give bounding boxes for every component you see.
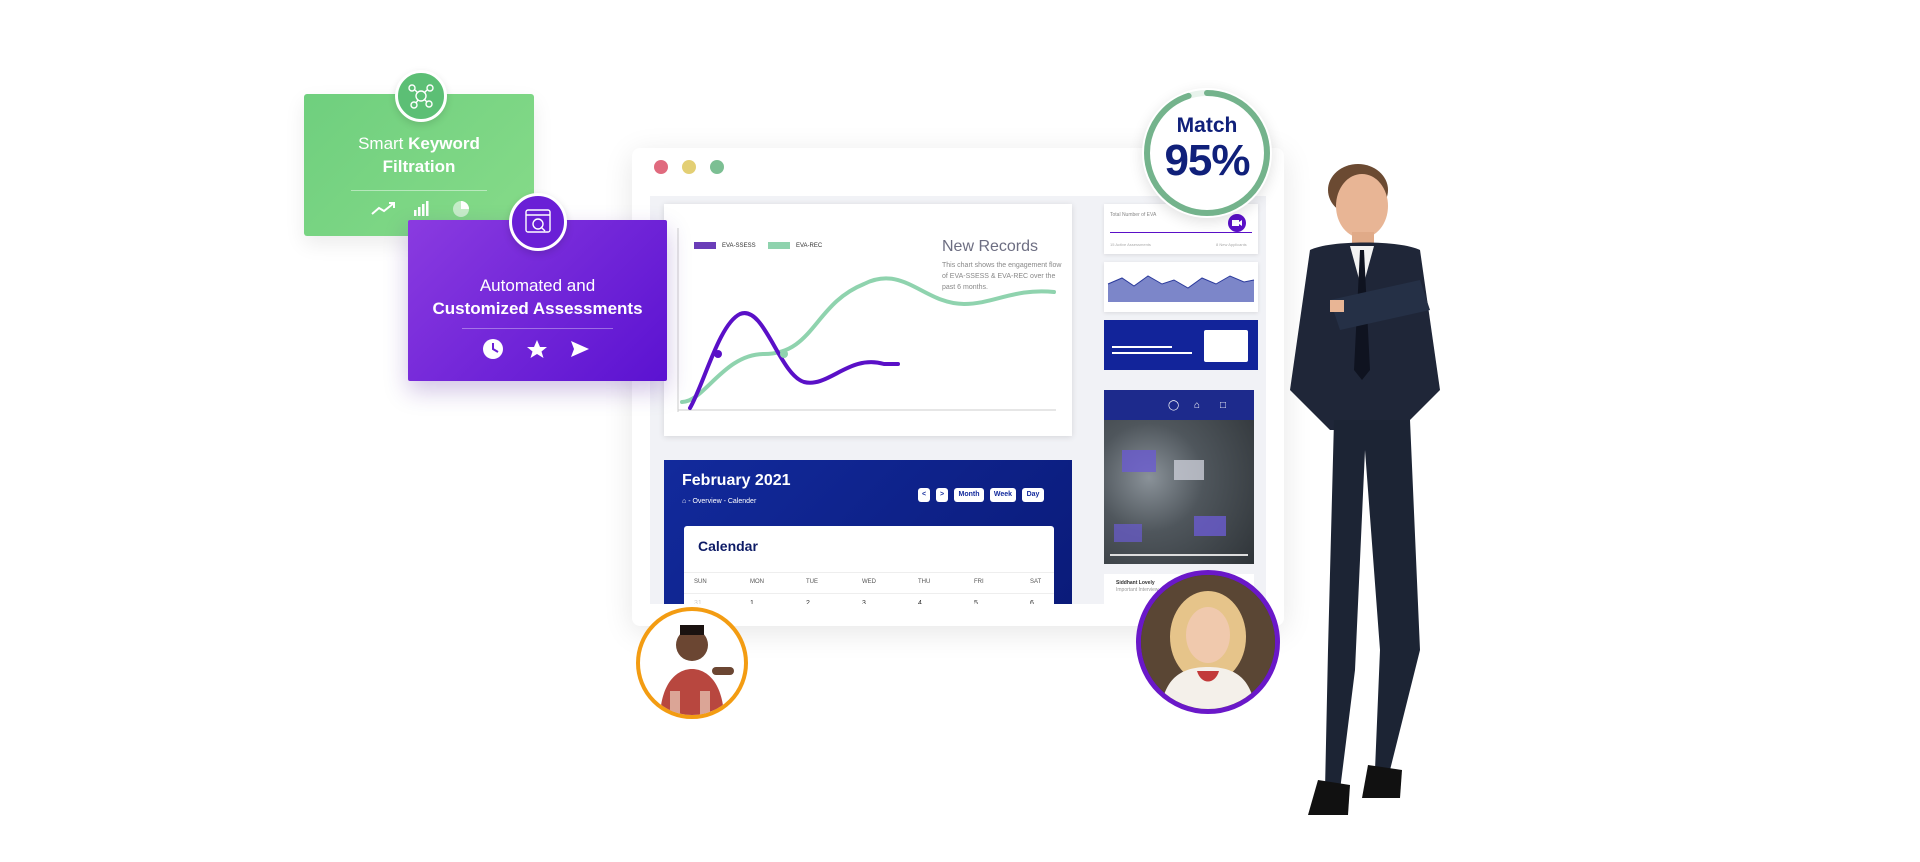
network-icon bbox=[395, 70, 447, 122]
trend-up-icon bbox=[371, 202, 395, 215]
day-button[interactable]: Day bbox=[1022, 488, 1044, 502]
calendar-title: Calendar bbox=[698, 538, 758, 554]
businessman-photo bbox=[1290, 164, 1440, 815]
weekday: FRI bbox=[974, 579, 984, 585]
prev-button[interactable]: < bbox=[918, 488, 930, 502]
send-icon bbox=[571, 341, 589, 357]
candidate-avatar-woman bbox=[1136, 570, 1280, 714]
match-score-badge: Match 95% bbox=[1142, 88, 1272, 218]
month-button[interactable]: Month bbox=[954, 488, 984, 502]
keyword-filtration-title: Smart Keyword Filtration bbox=[358, 134, 480, 176]
weekday: THU bbox=[918, 579, 931, 585]
dashboard-content: EVA-SSESS EVA-REC New Records This chart… bbox=[650, 196, 1266, 604]
weekday-row: SUN MON TUE WED THU FRI SAT bbox=[684, 572, 1054, 594]
date-cell[interactable]: 4 bbox=[918, 600, 922, 604]
eva-ssess-line bbox=[688, 311, 900, 410]
weekday: MON bbox=[750, 579, 764, 585]
candidate-avatar-man bbox=[636, 607, 748, 719]
assessment-icon bbox=[509, 193, 567, 251]
calendar-card: February 2021 ⌂ - Overview - Calender < … bbox=[664, 460, 1072, 604]
match-value: 95% bbox=[1164, 136, 1250, 185]
preview-box bbox=[1204, 330, 1248, 362]
bar-chart-icon bbox=[414, 201, 429, 216]
chat-icon[interactable]: ◯ bbox=[1168, 400, 1179, 411]
star-icon bbox=[527, 340, 547, 358]
date-cell[interactable]: 1 bbox=[750, 600, 754, 604]
home-icon[interactable]: ⌂ bbox=[1194, 400, 1200, 411]
eva-rec-line bbox=[680, 276, 1056, 404]
area-mini-chart bbox=[1104, 262, 1258, 312]
date-cell[interactable]: 31 bbox=[694, 600, 702, 604]
keyword-card-icons bbox=[304, 198, 534, 218]
next-button[interactable]: > bbox=[936, 488, 948, 502]
text-line bbox=[1112, 346, 1172, 348]
match-label: Match bbox=[1176, 114, 1238, 137]
dashboard-window: EVA-SSESS EVA-REC New Records This chart… bbox=[632, 148, 1284, 626]
weekday: WED bbox=[862, 579, 876, 585]
data-point bbox=[714, 350, 722, 358]
home-icon[interactable]: ⌂ bbox=[682, 498, 686, 505]
data-point bbox=[780, 350, 788, 358]
week-button[interactable]: Week bbox=[990, 488, 1016, 502]
date-cell[interactable]: 5 bbox=[974, 600, 978, 604]
date-cell[interactable]: 3 bbox=[862, 600, 866, 604]
records-chart-card: EVA-SSESS EVA-REC New Records This chart… bbox=[664, 204, 1072, 436]
assessments-title-line1: Automated and bbox=[479, 276, 596, 295]
assessments-card-icons bbox=[408, 337, 667, 361]
caller-role: Important Interview bbox=[1116, 587, 1159, 593]
video-progress[interactable] bbox=[1110, 554, 1248, 556]
video-card: ◯ ⌂ □ bbox=[1104, 390, 1254, 564]
divider bbox=[351, 190, 487, 191]
user-icon[interactable]: □ bbox=[1220, 400, 1226, 411]
calendar-panel: Calendar SUN MON TUE WED THU FRI SAT 31 … bbox=[684, 526, 1054, 604]
date-cell[interactable]: 2 bbox=[806, 600, 810, 604]
stat-foot-left: 15 Active Assessments bbox=[1110, 242, 1151, 247]
clock-icon bbox=[483, 339, 503, 359]
weekday: SUN bbox=[694, 579, 707, 585]
caller-name: Siddhant Lovely bbox=[1116, 580, 1155, 586]
maximize-dot bbox=[710, 160, 724, 174]
date-cell[interactable]: 6 bbox=[1030, 600, 1034, 604]
breadcrumb: ⌂ - Overview - Calender bbox=[682, 498, 757, 505]
stat-foot-right: 8 New Applicants bbox=[1216, 242, 1247, 247]
records-chart bbox=[677, 228, 1056, 412]
stat-bar bbox=[1110, 232, 1252, 233]
meeting-photo bbox=[1104, 420, 1254, 564]
divider bbox=[462, 328, 613, 329]
weekday: TUE bbox=[806, 579, 818, 585]
close-dot bbox=[654, 160, 668, 174]
weekday: SAT bbox=[1030, 579, 1042, 585]
minimize-dot bbox=[682, 160, 696, 174]
calendar-month: February 2021 bbox=[682, 472, 791, 489]
assessments-title-line2: Customized Assessments bbox=[432, 299, 643, 318]
pie-chart-icon bbox=[453, 201, 469, 217]
blue-summary-block bbox=[1104, 320, 1258, 370]
text-line bbox=[1112, 352, 1192, 354]
